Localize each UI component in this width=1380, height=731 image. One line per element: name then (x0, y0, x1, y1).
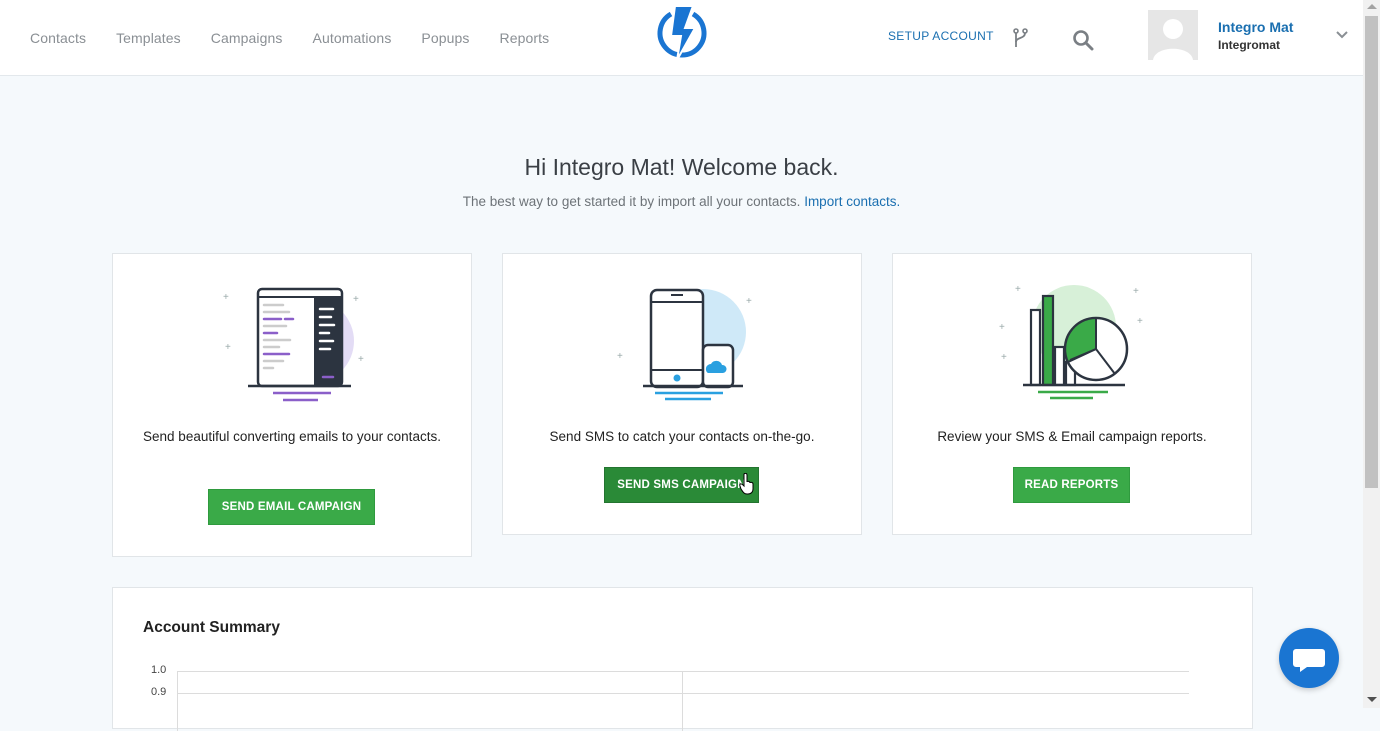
user-name[interactable]: Integro Mat (1218, 19, 1293, 35)
svg-text:+: + (746, 296, 752, 307)
scroll-down-arrow-icon[interactable] (1367, 697, 1377, 702)
import-contacts-link[interactable]: Import contacts. (804, 194, 900, 209)
nav-reports[interactable]: Reports (500, 30, 550, 46)
welcome-subtitle-text: The best way to get started it by import… (462, 194, 801, 209)
svg-text:+: + (223, 292, 229, 303)
svg-text:+: + (617, 351, 623, 362)
svg-text:+: + (358, 354, 364, 365)
y-tick-label: 0.9 (151, 686, 167, 698)
setup-account-link[interactable]: SETUP ACCOUNT (888, 29, 994, 43)
account-summary-title: Account Summary (143, 619, 280, 636)
main-nav: Contacts Templates Campaigns Automations… (30, 0, 579, 75)
svg-text:+: + (1015, 284, 1021, 295)
scroll-thumb[interactable] (1365, 16, 1378, 488)
reports-card: + + + + + Review your SMS & Email campai… (892, 253, 1252, 535)
lightning-logo-icon[interactable] (655, 4, 709, 62)
chart-gridline (177, 693, 1189, 694)
email-editor-illustration-icon: + + + + (223, 287, 364, 402)
svg-text:+: + (1001, 352, 1007, 363)
chart-gridline-vertical (682, 671, 683, 731)
email-campaign-card: + + + + Send beautiful converting emails… (112, 253, 472, 557)
welcome-subtitle: The best way to get started it by import… (0, 194, 1363, 209)
user-silhouette-icon (1153, 19, 1193, 60)
branch-icon[interactable] (1012, 28, 1030, 48)
reports-card-text: Review your SMS & Email campaign reports… (937, 429, 1207, 444)
chart-axis-line (177, 671, 178, 731)
nav-popups[interactable]: Popups (421, 30, 469, 46)
user-organization: Integromat (1218, 38, 1281, 52)
chat-bubble-icon (1293, 649, 1325, 672)
read-reports-button[interactable]: READ REPORTS (1013, 467, 1130, 503)
y-tick-label: 1.0 (151, 664, 167, 676)
svg-text:+: + (1137, 316, 1143, 327)
nav-contacts[interactable]: Contacts (30, 30, 86, 46)
sms-card-text: Send SMS to catch your contacts on-the-g… (549, 429, 815, 444)
phone-sms-illustration-icon: + + (617, 288, 752, 401)
top-header: Contacts Templates Campaigns Automations… (0, 0, 1363, 76)
sms-campaign-card: + + Send SMS to catch your contacts on-t… (502, 253, 862, 535)
nav-automations[interactable]: Automations (313, 30, 392, 46)
scroll-up-arrow-icon[interactable] (1367, 4, 1377, 9)
svg-text:+: + (999, 322, 1005, 333)
avatar[interactable] (1148, 10, 1198, 60)
chart-gridline (177, 671, 1189, 672)
chat-widget-button[interactable] (1279, 628, 1339, 688)
send-sms-campaign-button[interactable]: SEND SMS CAMPAIGN (604, 467, 759, 503)
welcome-heading: Hi Integro Mat! Welcome back. (524, 154, 839, 180)
reports-chart-illustration-icon: + + + + + (999, 284, 1143, 400)
svg-text:+: + (225, 342, 231, 353)
hand-cursor-icon (739, 473, 754, 495)
svg-text:+: + (1133, 286, 1139, 297)
send-email-campaign-button[interactable]: SEND EMAIL CAMPAIGN (208, 489, 375, 525)
nav-templates[interactable]: Templates (116, 30, 181, 46)
email-card-text: Send beautiful converting emails to your… (143, 429, 441, 444)
chevron-down-icon[interactable] (1335, 30, 1349, 40)
search-icon[interactable] (1072, 29, 1094, 51)
nav-campaigns[interactable]: Campaigns (211, 30, 283, 46)
page-scrollbar[interactable] (1363, 0, 1380, 708)
svg-text:+: + (353, 294, 359, 305)
